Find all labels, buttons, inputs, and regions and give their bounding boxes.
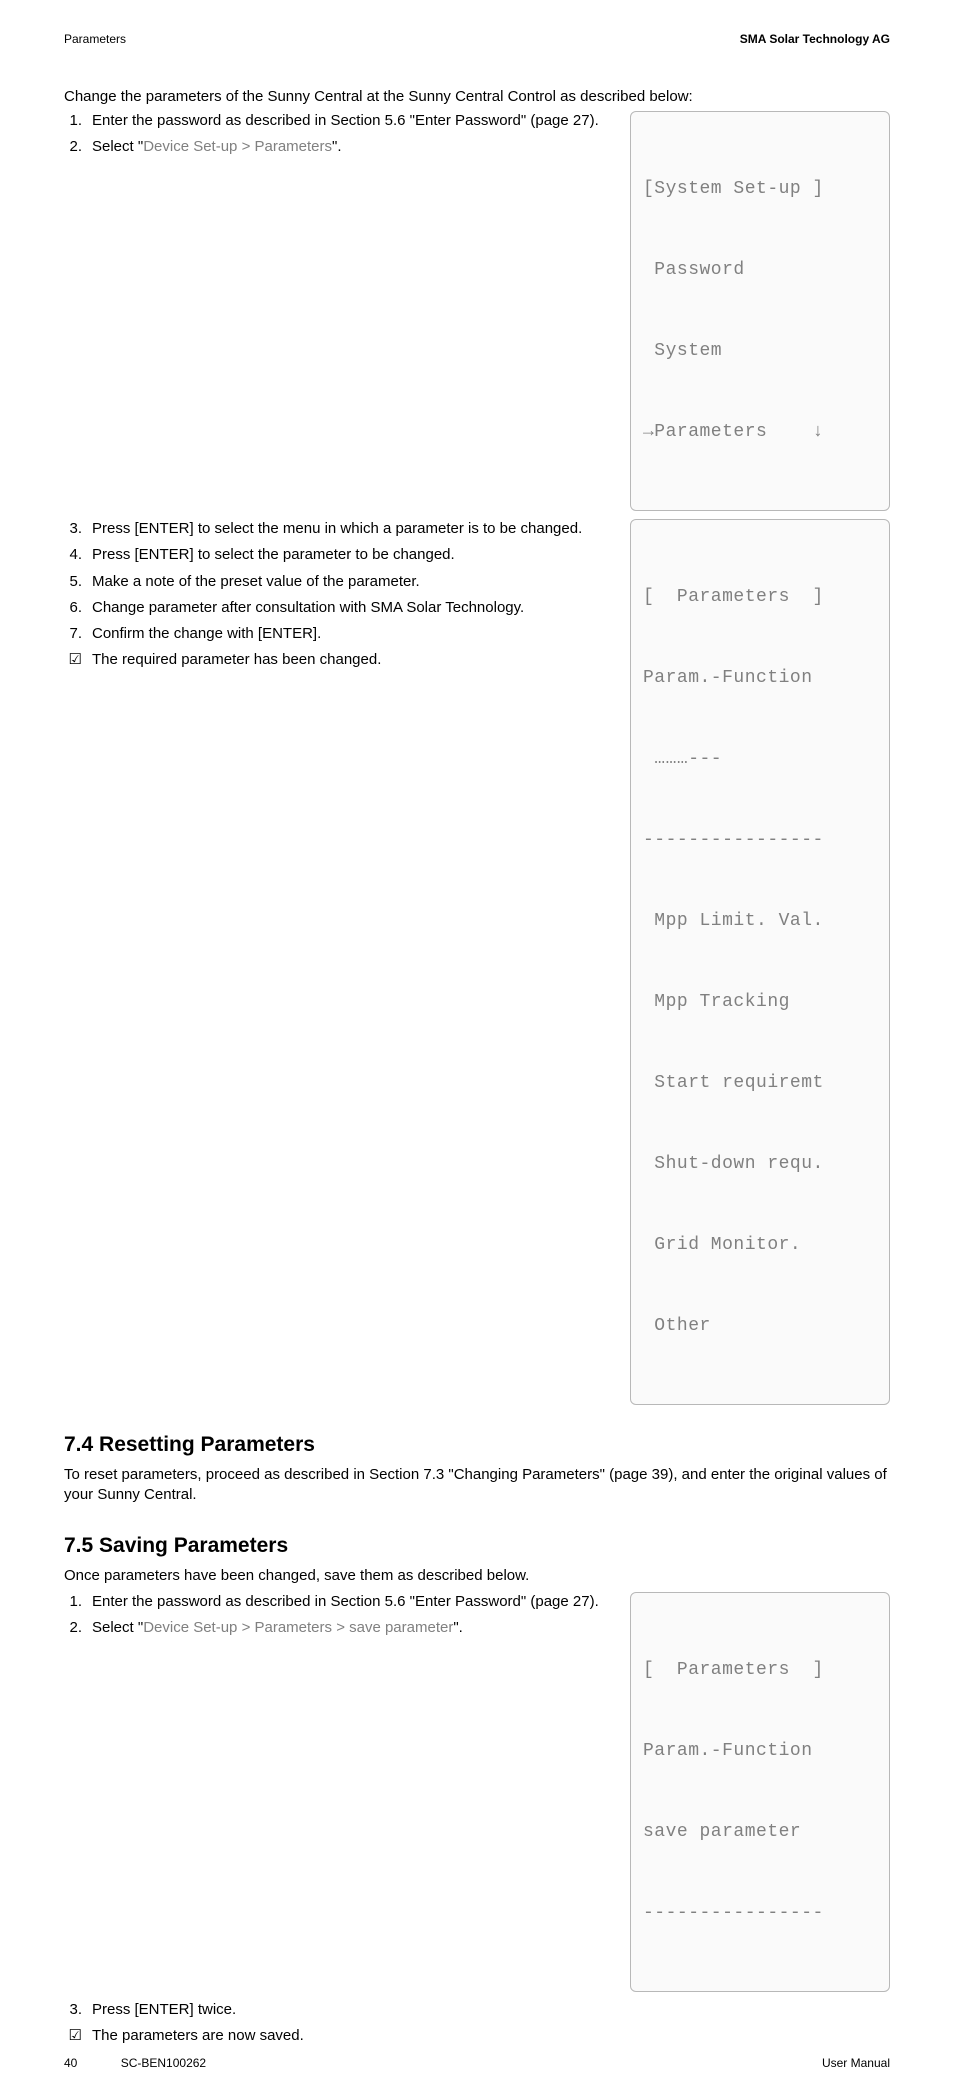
- step-text-grey: Device Set-up > Parameters: [143, 138, 332, 155]
- body-7-4: To reset parameters, proceed as describe…: [64, 1465, 890, 1506]
- header-section-name: Parameters: [64, 32, 126, 46]
- screen-line: [ Parameters ]: [643, 584, 877, 611]
- step-text: Select "Device Set-up > Parameters".: [92, 137, 606, 157]
- device-screen-2: [ Parameters ] Param.-Function ………--- --…: [630, 519, 890, 1405]
- page-footer: 40 SC-BEN100262 User Manual: [64, 2056, 890, 2070]
- step-marker: 5.: [64, 572, 92, 592]
- screen-line: ………---: [643, 746, 877, 773]
- step-text: Make a note of the preset value of the p…: [92, 572, 606, 592]
- step-marker: 4.: [64, 545, 92, 565]
- step-item: 4. Press [ENTER] to select the parameter…: [64, 545, 606, 565]
- step-text-grey: Device Set-up > Parameters > save parame…: [143, 1619, 453, 1636]
- step-item: 2. Select "Device Set-up > Parameters > …: [64, 1618, 606, 1638]
- heading-7-4: 7.4 Resetting Parameters: [64, 1433, 890, 1457]
- step-item: 3. Press [ENTER] twice.: [64, 2000, 890, 2020]
- step-text: Press [ENTER] twice.: [92, 2000, 890, 2020]
- header-company: SMA Solar Technology AG: [740, 32, 890, 46]
- step-marker: 2.: [64, 137, 92, 157]
- step-item: 6. Change parameter after consultation w…: [64, 598, 606, 618]
- intro-text: Change the parameters of the Sunny Centr…: [64, 88, 890, 105]
- step-marker: 7.: [64, 624, 92, 644]
- screen-line: Mpp Tracking: [643, 989, 877, 1016]
- step-marker: 1.: [64, 1592, 92, 1612]
- step-item: 2. Select "Device Set-up > Parameters".: [64, 137, 606, 157]
- step-text-pre: Select ": [92, 138, 143, 155]
- step-text: Confirm the change with [ENTER].: [92, 624, 606, 644]
- footer-page-number: 40: [64, 2056, 77, 2070]
- step-marker: 3.: [64, 2000, 92, 2020]
- footer-doc-code: SC-BEN100262: [121, 2056, 206, 2070]
- screen-line: Shut-down requ.: [643, 1151, 877, 1178]
- screen-line: Grid Monitor.: [643, 1232, 877, 1259]
- step-marker: 1.: [64, 111, 92, 131]
- screen-line: System: [643, 338, 877, 365]
- step-item: 3. Press [ENTER] to select the menu in w…: [64, 519, 606, 539]
- step-text-post: ".: [453, 1619, 463, 1636]
- step-item: ☑ The required parameter has been change…: [64, 650, 606, 670]
- checkbox-icon: ☑: [64, 650, 92, 670]
- step-marker: 3.: [64, 519, 92, 539]
- screen-line: [System Set-up ]: [643, 176, 877, 203]
- screen-line: ----------------: [643, 1900, 877, 1927]
- step-text: The parameters are now saved.: [92, 2026, 890, 2046]
- step-text: The required parameter has been changed.: [92, 650, 606, 670]
- device-screen-1: [System Set-up ] Password System →Parame…: [630, 111, 890, 511]
- heading-7-5: 7.5 Saving Parameters: [64, 1534, 890, 1558]
- step-text-pre: Select ": [92, 1619, 143, 1636]
- step-text: Select "Device Set-up > Parameters > sav…: [92, 1618, 606, 1638]
- step-marker: 2.: [64, 1618, 92, 1638]
- footer-right: User Manual: [822, 2056, 890, 2070]
- step-text: Enter the password as described in Secti…: [92, 1592, 606, 1612]
- step-text: Press [ENTER] to select the parameter to…: [92, 545, 606, 565]
- step-text-post: ".: [332, 138, 342, 155]
- device-screen-3: [ Parameters ] Param.-Function save para…: [630, 1592, 890, 1992]
- screen-line: Password: [643, 257, 877, 284]
- screen-line: →Parameters ↓: [643, 419, 877, 446]
- steps-block-3: 1. Enter the password as described in Se…: [64, 1592, 890, 1992]
- step-text: Enter the password as described in Secti…: [92, 111, 606, 131]
- step-item: 1. Enter the password as described in Se…: [64, 111, 606, 131]
- screen-line: save parameter: [643, 1819, 877, 1846]
- screen-line: Mpp Limit. Val.: [643, 908, 877, 935]
- checkbox-icon: ☑: [64, 2026, 92, 2046]
- page-header: Parameters SMA Solar Technology AG: [64, 32, 890, 46]
- screen-line: Param.-Function: [643, 665, 877, 692]
- step-item: 1. Enter the password as described in Se…: [64, 1592, 606, 1612]
- step-marker: 6.: [64, 598, 92, 618]
- steps-block-2: 3. Press [ENTER] to select the menu in w…: [64, 519, 890, 1405]
- screen-line: Start requiremt: [643, 1070, 877, 1097]
- screen-line: [ Parameters ]: [643, 1657, 877, 1684]
- step-item: 5. Make a note of the preset value of th…: [64, 572, 606, 592]
- step-item: 7. Confirm the change with [ENTER].: [64, 624, 606, 644]
- step-item: ☑ The parameters are now saved.: [64, 2026, 890, 2046]
- body-7-5: Once parameters have been changed, save …: [64, 1566, 890, 1586]
- screen-line: Param.-Function: [643, 1738, 877, 1765]
- screen-line: Other: [643, 1313, 877, 1340]
- page: Parameters SMA Solar Technology AG Chang…: [0, 0, 954, 2100]
- footer-left: 40 SC-BEN100262: [64, 2056, 206, 2070]
- step-text: Change parameter after consultation with…: [92, 598, 606, 618]
- steps-block-1: 1. Enter the password as described in Se…: [64, 111, 890, 511]
- step-text: Press [ENTER] to select the menu in whic…: [92, 519, 606, 539]
- screen-line: ----------------: [643, 827, 877, 854]
